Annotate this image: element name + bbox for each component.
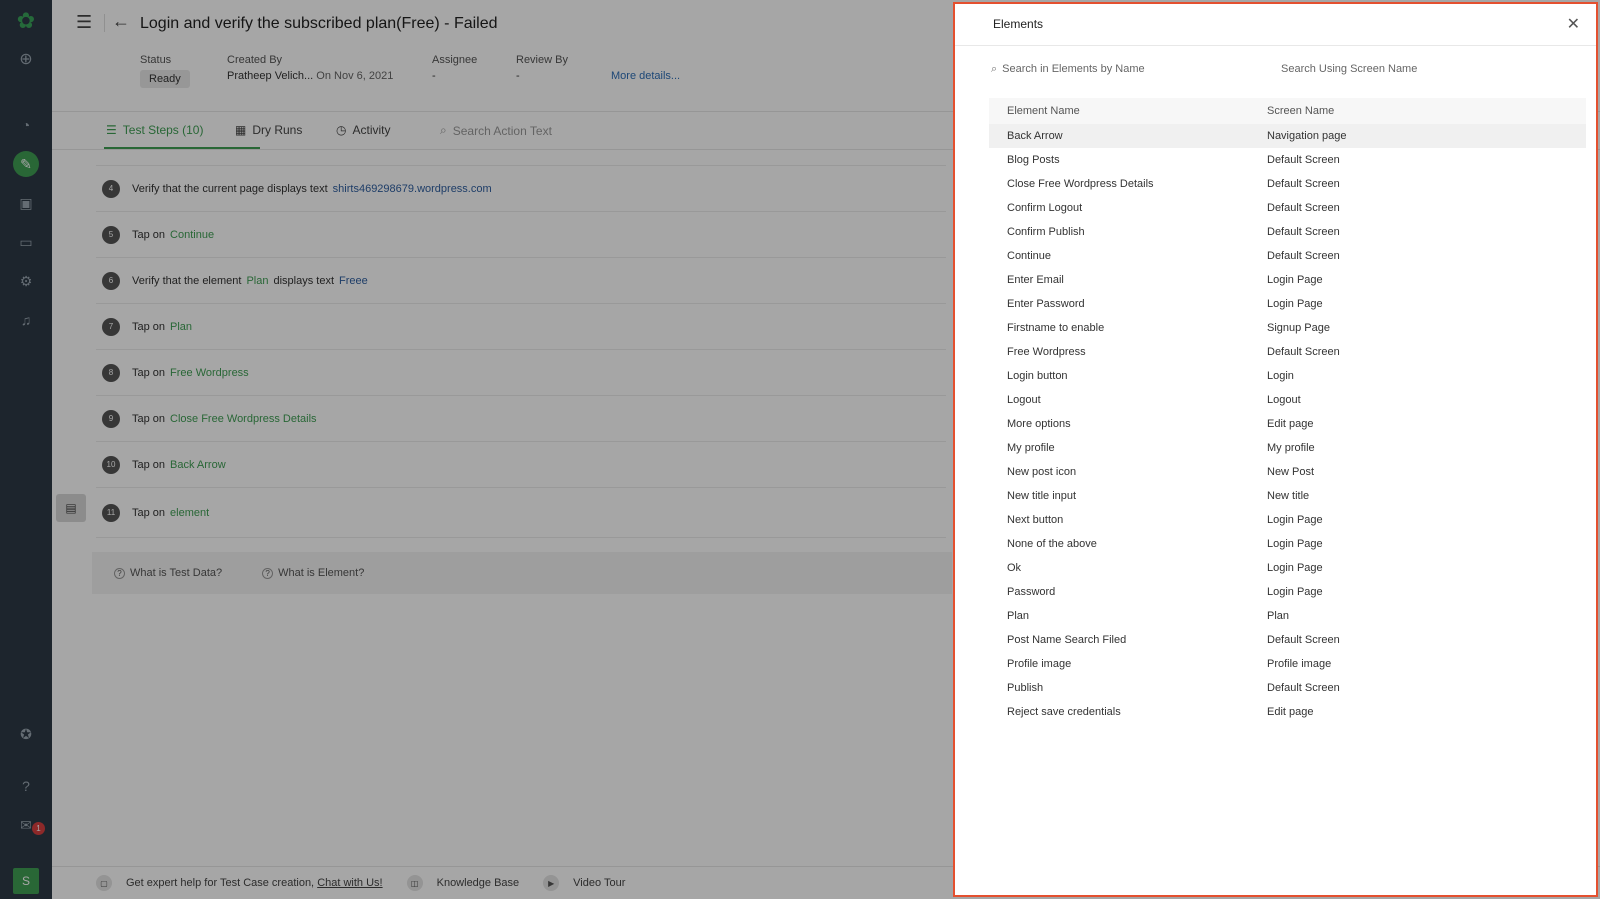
table-row[interactable]: New post icon New Post <box>989 460 1586 484</box>
screen-name-cell: Default Screen <box>1267 250 1340 262</box>
table-row[interactable]: Plan Plan <box>989 604 1586 628</box>
table-row[interactable]: Password Login Page <box>989 580 1586 604</box>
element-name-cell: Confirm Logout <box>1007 202 1083 214</box>
element-name-cell: Ok <box>1007 562 1022 574</box>
screen-name-cell: New title <box>1267 490 1310 502</box>
screen-name-cell: Login Page <box>1267 298 1323 310</box>
element-name-cell: New post icon <box>1007 466 1077 478</box>
column-header-element-name[interactable]: Element Name <box>989 105 1267 117</box>
screen-name-cell: Logout <box>1267 394 1301 406</box>
screen-name-cell: Login Page <box>1267 562 1323 574</box>
element-name-cell: More options <box>1007 418 1071 430</box>
table-header: Element Name Screen Name <box>989 98 1586 124</box>
element-name-cell: Next button <box>1007 514 1064 526</box>
table-row[interactable]: Enter Email Login Page <box>989 268 1586 292</box>
screen-name-cell: Login <box>1267 370 1294 382</box>
table-row[interactable]: Profile image Profile image <box>989 652 1586 676</box>
elements-search-row: ⌕ <box>991 59 1591 79</box>
screen-name-cell: Default Screen <box>1267 202 1340 214</box>
element-name-cell: Login button <box>1007 370 1068 382</box>
element-name-cell: Firstname to enable <box>1007 322 1105 334</box>
close-icon[interactable]: ✕ <box>1567 14 1580 34</box>
table-body: Back Arrow Navigation page Blog Posts Defau… <box>989 124 1586 724</box>
element-name-cell: Logout <box>1007 394 1041 406</box>
element-name-cell: None of the above <box>1007 538 1097 550</box>
table-row[interactable]: Blog Posts Default Screen <box>989 148 1586 172</box>
screen-name-cell: Default Screen <box>1267 682 1340 694</box>
screen-name-cell: Login Page <box>1267 514 1323 526</box>
element-name-cell: Back Arrow <box>1007 130 1063 142</box>
table-row[interactable]: Confirm Publish Default Screen <box>989 220 1586 244</box>
screen-name-cell: Default Screen <box>1267 154 1340 166</box>
element-name-cell: Password <box>1007 586 1056 598</box>
screen-name-cell: Plan <box>1267 610 1290 622</box>
screen-name-search-input[interactable] <box>1281 63 1531 75</box>
element-name-cell: Continue <box>1007 250 1052 262</box>
element-name-cell: Close Free Wordpress Details <box>1007 178 1154 190</box>
screen-name-cell: Edit page <box>1267 418 1314 430</box>
screen-name-cell: Signup Page <box>1267 322 1330 334</box>
table-row[interactable]: Logout Logout <box>989 388 1586 412</box>
elements-table: Element Name Screen Name Back Arrow Navig… <box>989 98 1586 724</box>
element-name-cell: Post Name Search Filed <box>1007 634 1127 646</box>
table-row[interactable]: Login button Login <box>989 364 1586 388</box>
table-row[interactable]: More options Edit page <box>989 412 1586 436</box>
screen-name-cell: Login Page <box>1267 274 1323 286</box>
screen-name-cell: Edit page <box>1267 706 1314 718</box>
table-row[interactable]: Close Free Wordpress Details Default Scre… <box>989 172 1586 196</box>
element-name-cell: Reject save credentials <box>1007 706 1121 718</box>
element-name-search-input[interactable] <box>1002 63 1273 75</box>
element-name-cell: Blog Posts <box>1007 154 1060 166</box>
table-row[interactable]: Back Arrow Navigation page <box>989 124 1586 148</box>
table-row[interactable]: Free Wordpress Default Screen <box>989 340 1586 364</box>
table-row[interactable]: My profile My profile <box>989 436 1586 460</box>
element-name-cell: Free Wordpress <box>1007 346 1086 358</box>
screen-name-cell: Default Screen <box>1267 346 1340 358</box>
drawer-header: Elements ✕ <box>955 4 1596 46</box>
element-name-cell: Confirm Publish <box>1007 226 1085 238</box>
element-name-cell: Enter Email <box>1007 274 1064 286</box>
screen-name-cell: Default Screen <box>1267 226 1340 238</box>
table-row[interactable]: Next button Login Page <box>989 508 1586 532</box>
screen-name-cell: Default Screen <box>1267 178 1340 190</box>
table-row[interactable]: Reject save credentials Edit page <box>989 700 1586 724</box>
screen-name-cell: Login Page <box>1267 586 1323 598</box>
element-name-cell: My profile <box>1007 442 1055 454</box>
elements-drawer: Elements ✕ ⌕ Element Name Screen Name Ba… <box>953 2 1598 897</box>
drawer-title: Elements <box>993 17 1044 31</box>
table-row[interactable]: None of the above Login Page <box>989 532 1586 556</box>
search-icon: ⌕ <box>991 62 998 75</box>
screen-name-cell: New Post <box>1267 466 1315 478</box>
table-row[interactable]: Confirm Logout Default Screen <box>989 196 1586 220</box>
table-row[interactable]: Post Name Search Filed Default Screen <box>989 628 1586 652</box>
element-name-cell: Publish <box>1007 682 1044 694</box>
column-header-screen-name[interactable]: Screen Name <box>1267 105 1334 117</box>
element-name-cell: New title input <box>1007 490 1077 502</box>
screen-name-cell: Profile image <box>1267 658 1332 670</box>
screen-name-cell: Navigation page <box>1267 130 1347 142</box>
screen-name-cell: Login Page <box>1267 538 1323 550</box>
element-name-cell: Profile image <box>1007 658 1072 670</box>
table-row[interactable]: Firstname to enable Signup Page <box>989 316 1586 340</box>
table-row[interactable]: Publish Default Screen <box>989 676 1586 700</box>
table-row[interactable]: Continue Default Screen <box>989 244 1586 268</box>
element-name-cell: Enter Password <box>1007 298 1085 310</box>
screen-name-cell: Default Screen <box>1267 634 1340 646</box>
table-row[interactable]: Ok Login Page <box>989 556 1586 580</box>
table-row[interactable]: New title input New title <box>989 484 1586 508</box>
element-name-cell: Plan <box>1007 610 1030 622</box>
table-row[interactable]: Enter Password Login Page <box>989 292 1586 316</box>
screen-name-cell: My profile <box>1267 442 1315 454</box>
